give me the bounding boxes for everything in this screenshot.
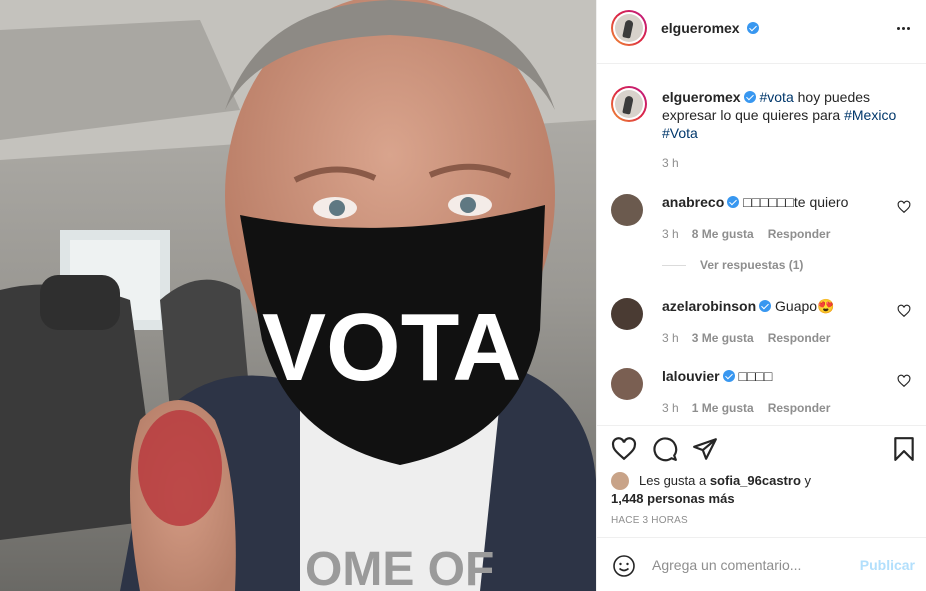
comment-username[interactable]: azelarobinson xyxy=(662,298,756,314)
comment-body: azelarobinson Guapo😍 xyxy=(662,298,877,315)
likes-joiner: y xyxy=(800,473,812,488)
verified-icon xyxy=(759,300,772,312)
view-replies-link[interactable]: Ver respuestas (1) xyxy=(662,258,803,272)
comment-icon[interactable] xyxy=(652,436,678,462)
photo-illustration: OME OF VOTA xyxy=(0,0,596,591)
heart-icon[interactable] xyxy=(897,200,911,214)
verified-icon xyxy=(747,22,760,34)
post-view: OME OF VOTA elgueromex elgueromex #vota … xyxy=(0,0,926,591)
reply-button[interactable]: Responder xyxy=(768,331,831,345)
comment-item: anabreco □□□□□□te quiero 3 h 8 Me gusta Re… xyxy=(611,194,911,244)
caption-username[interactable]: elgueromex xyxy=(662,89,741,105)
heart-icon[interactable] xyxy=(897,304,911,318)
hashtag-vota-2[interactable]: #Vota xyxy=(662,125,698,141)
comment-time: 3 h xyxy=(662,227,679,241)
comment-item: azelarobinson Guapo😍 3 h 3 Me gusta Respon… xyxy=(611,298,911,348)
comment-meta: 3 h 3 Me gusta Responder xyxy=(662,331,844,345)
comment-username[interactable]: anabreco xyxy=(662,194,724,210)
add-comment-bar: Publicar xyxy=(597,537,926,591)
shirt-text: OME OF xyxy=(305,543,494,591)
comment-text: □□□□□□te quiero xyxy=(743,194,849,210)
author-row: elgueromex xyxy=(661,20,760,38)
author-avatar[interactable] xyxy=(611,10,647,46)
publish-button[interactable]: Publicar xyxy=(860,557,915,573)
comment-likes[interactable]: 8 Me gusta xyxy=(692,227,754,241)
comment-body: lalouvier □□□□ xyxy=(662,368,877,384)
comment-text: □□□□ xyxy=(738,368,773,384)
reply-button[interactable]: Responder xyxy=(768,227,831,241)
caption-author-avatar[interactable] xyxy=(611,86,647,122)
comment-time: 3 h xyxy=(662,401,679,415)
post-actions: Les gusta a sofia_96castro y 1,448 perso… xyxy=(597,425,926,536)
bookmark-icon[interactable] xyxy=(891,436,917,462)
comment-item: lalouvier □□□□ 3 h 1 Me gusta Responder xyxy=(611,368,911,418)
post-caption: elgueromex #vota hoy puedes expresar lo … xyxy=(662,88,907,172)
more-options-icon[interactable] xyxy=(897,20,917,40)
heart-icon[interactable] xyxy=(611,436,637,462)
view-replies-label: Ver respuestas (1) xyxy=(700,258,804,272)
hashtag-vota[interactable]: #vota xyxy=(759,89,793,105)
comment-text: Guapo😍 xyxy=(775,298,835,314)
reply-button[interactable]: Responder xyxy=(768,401,831,415)
comment-username[interactable]: lalouvier xyxy=(662,368,720,384)
likes-summary: Les gusta a sofia_96castro y 1,448 perso… xyxy=(611,472,811,508)
likes-others-link[interactable]: 1,448 personas más xyxy=(611,490,811,508)
comment-avatar[interactable] xyxy=(611,368,643,400)
author-username[interactable]: elgueromex xyxy=(661,20,740,36)
hashtag-mexico[interactable]: #Mexico xyxy=(844,107,896,123)
post-header: elgueromex xyxy=(597,0,926,64)
emoji-icon[interactable] xyxy=(612,554,636,578)
comment-body: anabreco □□□□□□te quiero xyxy=(662,194,877,210)
heart-icon[interactable] xyxy=(897,374,911,388)
post-timestamp[interactable]: HACE 3 HORAS xyxy=(611,515,688,526)
comment-input[interactable] xyxy=(652,555,842,575)
comment-avatar[interactable] xyxy=(611,298,643,330)
verified-icon xyxy=(727,196,740,208)
mask-text: VOTA xyxy=(262,294,522,401)
liker-avatar[interactable] xyxy=(611,472,629,490)
post-photo[interactable]: OME OF VOTA xyxy=(0,0,596,591)
comment-avatar[interactable] xyxy=(611,194,643,226)
comment-likes[interactable]: 3 Me gusta xyxy=(692,331,754,345)
comment-meta: 3 h 1 Me gusta Responder xyxy=(662,401,844,415)
caption-time: 3 h xyxy=(662,156,679,170)
verified-icon xyxy=(743,91,756,103)
liker-username[interactable]: sofia_96castro xyxy=(710,473,801,488)
post-side-panel: elgueromex elgueromex #vota hoy puedes e… xyxy=(596,0,926,591)
comment-meta: 3 h 8 Me gusta Responder xyxy=(662,227,844,241)
likes-prefix: Les gusta a xyxy=(639,473,710,488)
likes-text: Les gusta a sofia_96castro y xyxy=(639,472,811,490)
verified-icon xyxy=(722,370,735,382)
replies-divider xyxy=(662,265,686,267)
comment-likes[interactable]: 1 Me gusta xyxy=(692,401,754,415)
comment-time: 3 h xyxy=(662,331,679,345)
share-icon[interactable] xyxy=(692,436,718,462)
